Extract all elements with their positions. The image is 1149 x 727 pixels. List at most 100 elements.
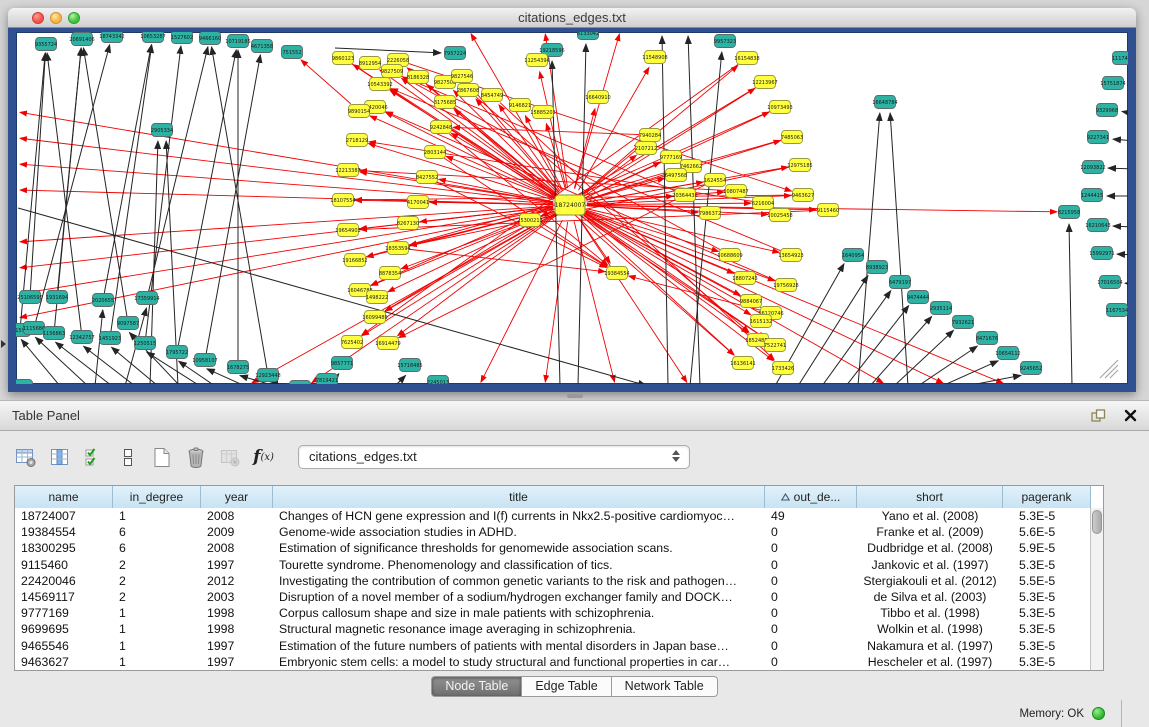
graph-node[interactable]: 10973493 <box>767 101 792 114</box>
network-graph-canvas[interactable]: 9355724206914061874334210653287152760294… <box>16 32 1128 384</box>
graph-node[interactable]: 20691406 <box>69 33 94 46</box>
graph-node[interactable]: 9146821 <box>509 99 531 112</box>
graph-node[interactable]: 1573944 <box>289 381 311 385</box>
graph-node[interactable]: 2718129 <box>346 134 368 147</box>
graph-node[interactable]: 15885203 <box>530 106 555 119</box>
graph-node[interactable]: 9245652 <box>1020 362 1042 375</box>
graph-node[interactable]: 15718485 <box>397 359 422 372</box>
scrollbar-thumb[interactable] <box>1092 510 1102 534</box>
table-row[interactable]: 946362711997Embryonic stem cells: a mode… <box>15 654 1091 670</box>
graph-node[interactable]: 7932621 <box>952 316 974 329</box>
column-header-year[interactable]: year <box>201 486 273 508</box>
graph-node[interactable]: 16914479 <box>375 337 400 350</box>
graph-node[interactable]: 17359914 <box>134 292 159 305</box>
graph-node[interactable]: 1615132 <box>750 315 772 328</box>
graph-node[interactable]: 9355724 <box>35 38 57 51</box>
graph-node[interactable]: 16648784 <box>872 96 897 109</box>
table-row[interactable]: 1830029562008Estimation of significance … <box>15 540 1091 556</box>
row-checks-icon[interactable] <box>78 442 109 472</box>
panel-divider[interactable] <box>0 392 1149 400</box>
graph-node[interactable]: 7625402 <box>341 336 363 349</box>
graph-node[interactable]: 6479197 <box>889 276 911 289</box>
graph-node[interactable]: 11254394 <box>524 54 549 67</box>
graph-node[interactable]: 12093822 <box>1080 161 1105 174</box>
graph-node[interactable]: 8267130 <box>397 217 419 230</box>
graph-node[interactable]: 1733426 <box>772 362 794 375</box>
graph-node[interactable]: 4671358 <box>251 40 273 53</box>
graph-node[interactable]: 17016504 <box>1097 276 1122 289</box>
graph-node[interactable]: 1527602 <box>171 32 193 44</box>
graph-node[interactable]: 9474444 <box>907 291 929 304</box>
graph-node[interactable]: 8938923 <box>866 261 888 274</box>
graph-node[interactable]: 2867608 <box>457 84 479 97</box>
graph-node[interactable]: 1795722 <box>166 346 188 359</box>
window-titlebar[interactable]: citations_edges.txt <box>8 8 1136 28</box>
column-header-pagerank[interactable]: pagerank <box>1003 486 1091 508</box>
graph-node[interactable]: 2020655 <box>92 294 114 307</box>
graph-node[interactable]: 10543392 <box>367 78 392 91</box>
float-panel-icon[interactable] <box>1090 408 1106 423</box>
graph-node[interactable]: 1640954 <box>842 249 864 262</box>
table-scrollbar[interactable] <box>1090 508 1103 670</box>
graph-node[interactable]: 10654112 <box>995 347 1020 360</box>
table-row[interactable]: 1456911722003Disruption of a novel membe… <box>15 589 1091 605</box>
table-selector-combobox[interactable]: citations_edges.txt <box>298 445 690 469</box>
graph-node[interactable]: 18353594 <box>385 242 410 255</box>
graph-node[interactable]: 7957224 <box>444 47 466 60</box>
graph-node[interactable]: 1498222 <box>366 291 388 304</box>
delete-table-icon[interactable] <box>180 442 211 472</box>
graph-node[interactable]: 1451923 <box>99 332 121 345</box>
tab-edge-table[interactable]: Edge Table <box>522 676 611 697</box>
column-header-out_degree[interactable]: out_de... <box>765 486 857 508</box>
graph-node[interactable]: 10719185 <box>225 35 250 48</box>
graph-node[interactable]: 1678275 <box>227 361 249 374</box>
graph-node[interactable]: 19654903 <box>335 224 360 237</box>
graph-node[interactable]: 9115460 <box>817 204 839 217</box>
graph-node[interactable]: 3175685 <box>434 96 456 109</box>
graph-node[interactable]: 1244415 <box>1081 189 1103 202</box>
graph-node[interactable]: 8133042 <box>577 32 599 40</box>
graph-node[interactable]: 7986372 <box>699 207 721 220</box>
graph-node[interactable]: 1250515 <box>134 337 156 350</box>
graph-node[interactable]: 9777169 <box>660 151 682 164</box>
graph-node[interactable]: 25106595 <box>17 291 42 304</box>
graph-node[interactable]: 12342757 <box>69 331 94 344</box>
function-builder-icon[interactable]: f(x) <box>248 442 279 472</box>
graph-node[interactable]: 9097587 <box>117 317 139 330</box>
graph-node[interactable]: 16154838 <box>734 52 759 65</box>
graph-node[interactable]: 1117406 <box>1112 52 1128 65</box>
graph-node[interactable]: 2251043 <box>16 380 33 385</box>
graph-node[interactable]: 16210643 <box>1085 219 1110 232</box>
graph-node[interactable]: 25300213 <box>517 214 542 227</box>
graph-node[interactable]: 9860123 <box>332 52 354 65</box>
graph-node[interactable]: 19166852 <box>342 254 367 267</box>
select-columns-icon[interactable] <box>44 442 75 472</box>
tab-network-table[interactable]: Network Table <box>612 676 718 697</box>
table-row[interactable]: 911546021997Tourette syndrome. Phenomeno… <box>15 557 1091 573</box>
graph-node[interactable]: 1167534 <box>1106 304 1128 317</box>
graph-node[interactable]: 9463627 <box>792 189 814 202</box>
graph-node[interactable]: 9890154 <box>348 105 370 118</box>
graph-node[interactable]: 9827509 <box>381 65 403 78</box>
graph-node[interactable]: 2245013 <box>427 376 449 385</box>
graph-node[interactable]: 8186328 <box>407 71 429 84</box>
graph-node[interactable]: 1115686 <box>23 322 45 335</box>
column-header-in_degree[interactable]: in_degree <box>113 486 201 508</box>
graph-node[interactable]: 9957323 <box>714 35 736 48</box>
graph-node[interactable]: 8215958 <box>1058 206 1080 219</box>
graph-node[interactable]: 12975185 <box>787 159 812 172</box>
graph-node[interactable]: 10025458 <box>767 209 792 222</box>
column-header-name[interactable]: name <box>15 486 113 508</box>
graph-node[interactable]: 10958107 <box>192 354 217 367</box>
graph-node[interactable]: 751552 <box>282 46 303 59</box>
graph-node[interactable]: 6216004 <box>752 197 774 210</box>
graph-node[interactable]: 6497568 <box>665 169 687 182</box>
graph-node[interactable]: 12213387 <box>335 164 360 177</box>
graph-node[interactable]: 19384554 <box>604 267 629 280</box>
graph-node[interactable]: 1624554 <box>704 174 726 187</box>
table-settings-icon[interactable] <box>10 442 41 472</box>
graph-node[interactable]: 8471676 <box>976 332 998 345</box>
graph-node[interactable]: 18807243 <box>732 272 757 285</box>
table-row[interactable]: 1938455462009Genome-wide association stu… <box>15 524 1091 540</box>
graph-node[interactable]: 9827546 <box>451 70 473 83</box>
